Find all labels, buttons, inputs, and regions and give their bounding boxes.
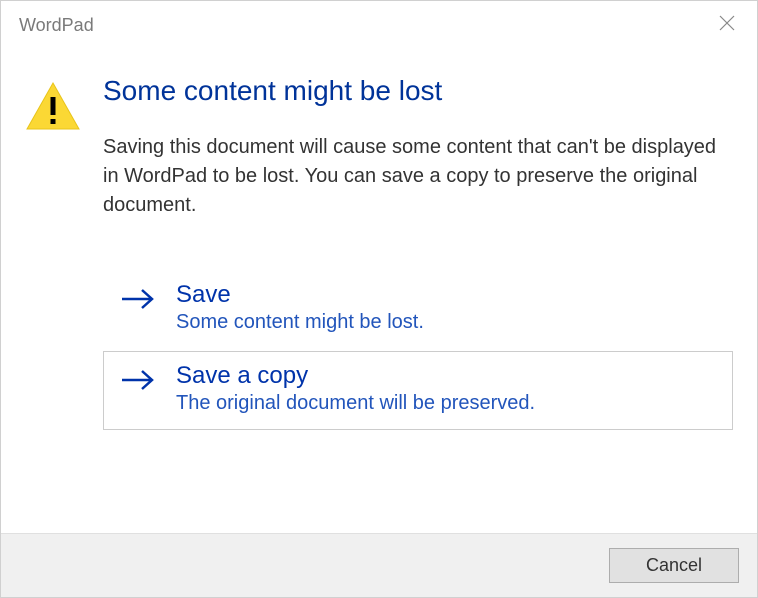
option-save-copy[interactable]: Save a copy The original document will b… (103, 351, 733, 430)
option-save-title: Save (176, 281, 716, 309)
arrow-right-icon (120, 287, 158, 316)
warning-icon-container (25, 75, 81, 513)
option-save-subtitle: Some content might be lost. (176, 311, 716, 334)
option-save-copy-subtitle: The original document will be preserved. (176, 392, 716, 415)
close-icon (719, 15, 735, 31)
dialog-body: Saving this document will cause some con… (103, 133, 733, 220)
dialog-footer: Cancel (1, 533, 757, 597)
titlebar: WordPad (1, 1, 757, 43)
content-area: Some content might be lost Saving this d… (1, 43, 757, 533)
option-save-text: Save Some content might be lost. (176, 281, 716, 334)
cancel-button[interactable]: Cancel (609, 548, 739, 583)
option-save-copy-text: Save a copy The original document will b… (176, 362, 716, 415)
dialog-heading: Some content might be lost (103, 75, 733, 107)
main-content: Some content might be lost Saving this d… (103, 75, 733, 513)
arrow-right-icon (120, 368, 158, 397)
close-button[interactable] (711, 11, 743, 39)
warning-icon (25, 79, 81, 135)
dialog-window: WordPad Some content might be lost Savin… (0, 0, 758, 598)
option-save-copy-title: Save a copy (176, 362, 716, 390)
option-save[interactable]: Save Some content might be lost. (103, 270, 733, 349)
app-title: WordPad (19, 15, 94, 36)
